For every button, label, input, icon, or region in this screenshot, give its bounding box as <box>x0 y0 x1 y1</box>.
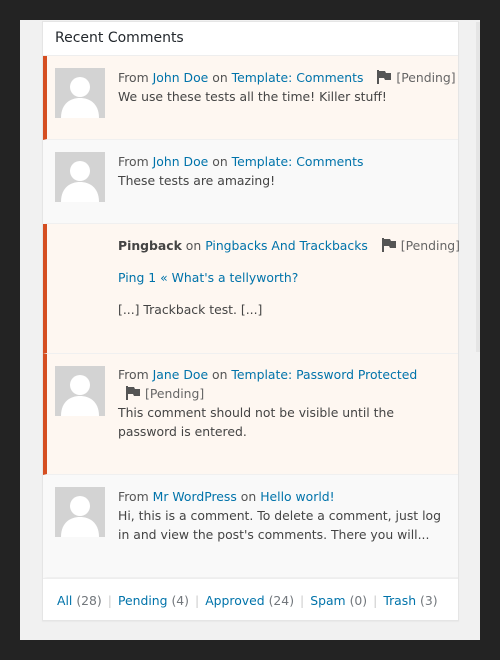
pending-badge: [Pending] <box>400 238 460 253</box>
comment-item: From John Doe on Template: Comments Thes… <box>43 140 458 224</box>
comment-post-link[interactable]: Template: Comments <box>232 70 364 85</box>
avatar-placeholder-icon[interactable] <box>55 68 105 118</box>
filter-trash-count: (3) <box>420 593 438 608</box>
pingback-item-pending: Pingback on Pingbacks And Trackbacks [Pe… <box>43 224 460 354</box>
comment-status: [Pending] <box>118 384 204 405</box>
avatar-placeholder-icon[interactable] <box>55 487 105 537</box>
divider: | <box>300 593 305 608</box>
comment-meta: From John Doe on Template: Comments [Pen… <box>118 68 456 89</box>
filter-all-count: (28) <box>76 593 102 608</box>
comment-author-link[interactable]: John Doe <box>153 154 209 169</box>
pingback-source-link[interactable]: Ping 1 « What's a tellyworth? <box>118 270 298 285</box>
recent-comments-widget: Recent Comments From John Doe on Templat… <box>42 21 460 621</box>
divider: | <box>107 593 112 608</box>
divider: | <box>373 593 378 608</box>
adjacent-widget-edge <box>476 22 480 352</box>
comment-meta: From Mr WordPress on Hello world! <box>118 489 335 504</box>
comment-type: Pingback <box>118 238 182 253</box>
pending-badge: [Pending] <box>145 386 205 401</box>
widget-header: Recent Comments <box>43 22 458 56</box>
comment-text: We use these tests all the time! Killer … <box>118 89 387 104</box>
comment-item-pending: From John Doe on Template: Comments [Pen… <box>43 56 458 140</box>
filter-pending-link[interactable]: Pending (4) <box>118 593 189 608</box>
comment-text: These tests are amazing! <box>118 173 276 188</box>
avatar-placeholder-icon[interactable] <box>55 152 105 202</box>
comment-post-link[interactable]: Hello world! <box>260 489 334 504</box>
comment-post-link[interactable]: Pingbacks And Trackbacks <box>205 238 368 253</box>
filter-approved-count: (24) <box>268 593 295 608</box>
comment-post-link[interactable]: Template: Password Protected <box>231 367 417 382</box>
filter-all-link[interactable]: All (28) <box>57 593 102 608</box>
comment-author-link[interactable]: John Doe <box>153 70 209 85</box>
flag-icon <box>381 238 397 257</box>
filter-spam-link[interactable]: Spam (0) <box>310 593 367 608</box>
filter-approved-link[interactable]: Approved (24) <box>205 593 294 608</box>
comment-author-link[interactable]: Jane Doe <box>153 367 208 382</box>
pending-badge: [Pending] <box>396 70 456 85</box>
filter-trash-link[interactable]: Trash (3) <box>383 593 437 608</box>
comment-author-link[interactable]: Mr WordPress <box>153 489 237 504</box>
comment-filter-links: All (28) | Pending (4) | Approved (24) | Spam … <box>57 593 438 608</box>
filter-pending-count: (4) <box>171 593 190 608</box>
comment-item: From Mr WordPress on Hello world! Hi, th… <box>43 475 458 578</box>
divider: | <box>195 593 200 608</box>
comment-meta: Pingback on Pingbacks And Trackbacks [Pe… <box>118 236 460 257</box>
comment-text: [...] Trackback test. [...] <box>118 302 263 317</box>
comment-text: This comment should not be visible until… <box>118 405 394 439</box>
comment-item-pending: From Jane Doe on Template: Password Prot… <box>43 354 458 475</box>
comment-meta: From John Doe on Template: Comments <box>118 154 364 169</box>
comment-text: Hi, this is a comment. To delete a comme… <box>118 508 441 542</box>
avatar-placeholder-icon[interactable] <box>55 366 105 416</box>
filter-spam-count: (0) <box>349 593 368 608</box>
comment-meta: From Jane Doe on Template: Password Prot… <box>118 367 418 382</box>
comment-post-link[interactable]: Template: Comments <box>232 154 364 169</box>
pingback-source: Ping 1 « What's a tellyworth? <box>118 268 298 287</box>
comment-filter-bar: All (28) | Pending (4) | Approved (24) | Spam … <box>43 578 458 621</box>
widget-title: Recent Comments <box>55 30 184 46</box>
